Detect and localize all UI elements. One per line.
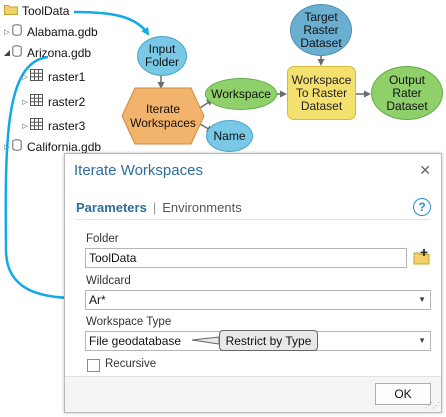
ok-button[interactable]: OK — [375, 383, 431, 405]
tree-item-california[interactable]: ▷ California.gdb — [2, 139, 101, 154]
iterate-workspaces-label: Iterate Workspaces — [130, 102, 196, 130]
close-icon[interactable]: ✕ — [419, 162, 431, 179]
tree-label-arizona: Arizona.gdb — [27, 45, 92, 60]
folder-input-value: ToolData — [89, 251, 137, 265]
input-folder-label: Input Folder — [144, 42, 179, 69]
workspace-type-value: File geodatabase — [89, 334, 182, 348]
raster-icon — [30, 69, 43, 84]
workspace-type-label: Workspace Type — [86, 316, 172, 328]
tab-environments[interactable]: Environments — [162, 200, 241, 215]
expand-arrow-icon[interactable]: ▷ — [20, 122, 30, 130]
target-raster-node[interactable]: Target Raster Dataset — [290, 4, 352, 56]
geodatabase-icon — [12, 24, 22, 39]
tree-label-california: California.gdb — [27, 139, 102, 154]
wildcard-label: Wildcard — [86, 275, 131, 287]
wildcard-input[interactable]: Ar* ▼ — [85, 290, 431, 310]
wildcard-input-value: Ar* — [89, 293, 106, 307]
tree-item-tooldata[interactable]: ToolData — [4, 4, 69, 18]
iterate-workspaces-dialog: Iterate Workspaces ✕ Parameters | Enviro… — [64, 153, 442, 413]
name-variable-node[interactable]: Name — [206, 120, 253, 152]
tree-item-raster2[interactable]: ▷ raster2 — [20, 94, 85, 109]
help-icon[interactable]: ? — [413, 198, 431, 216]
tree-label-raster3: raster3 — [48, 118, 86, 133]
raster-icon — [30, 94, 43, 109]
chevron-down-icon[interactable]: ▼ — [418, 291, 426, 309]
workspace-variable-node[interactable]: Workspace — [205, 78, 277, 110]
name-variable-label: Name — [213, 128, 246, 143]
tree-label-raster1: raster1 — [48, 69, 86, 84]
collapse-arrow-icon[interactable]: ◢ — [2, 48, 12, 57]
input-folder-node[interactable]: Input Folder — [137, 36, 187, 76]
expand-arrow-icon[interactable]: ▷ — [2, 143, 12, 151]
chevron-down-icon[interactable]: ▼ — [418, 332, 426, 350]
restrict-by-type-callout: Restrict by Type — [219, 330, 318, 351]
dialog-tabs: Parameters | Environments — [76, 200, 242, 215]
dialog-footer: OK ⋰⋰ — [65, 376, 441, 412]
workspace-to-raster-label: Workspace To Raster Dataset — [291, 72, 352, 113]
expand-arrow-icon[interactable]: ▷ — [2, 28, 12, 36]
folder-icon — [4, 4, 18, 18]
expand-arrow-icon[interactable]: ▷ — [20, 73, 30, 81]
tree-label-alabama: Alabama.gdb — [27, 24, 98, 39]
expand-arrow-icon[interactable]: ▷ — [20, 98, 30, 106]
geodatabase-icon — [12, 45, 22, 60]
callout-text: Restrict by Type — [225, 333, 312, 348]
tree-item-arizona[interactable]: ◢ Arizona.gdb — [2, 45, 91, 60]
dialog-title: Iterate Workspaces — [74, 162, 203, 179]
tab-separator: | — [152, 200, 157, 215]
tree-item-raster3[interactable]: ▷ raster3 — [20, 118, 85, 133]
target-raster-label: Target Raster Dataset — [300, 9, 342, 50]
tree-label-tooldata: ToolData — [22, 4, 70, 18]
recursive-checkbox[interactable] — [87, 359, 100, 372]
tab-parameters[interactable]: Parameters — [76, 200, 147, 215]
geodatabase-icon — [12, 139, 22, 154]
recursive-label: Recursive — [105, 358, 157, 370]
raster-icon — [30, 118, 43, 133]
resize-grip-icon[interactable]: ⋰⋰ — [425, 401, 440, 410]
output-raster-node[interactable]: Output Rater Dataset — [371, 66, 443, 120]
browse-folder-icon[interactable] — [413, 248, 431, 266]
tree-item-raster1[interactable]: ▷ raster1 — [20, 69, 85, 84]
tree-item-alabama[interactable]: ▷ Alabama.gdb — [2, 24, 98, 39]
folder-label: Folder — [86, 233, 119, 245]
divider — [76, 219, 430, 220]
workspace-variable-label: Workspace — [211, 86, 271, 101]
output-raster-label: Output Rater Dataset — [386, 72, 428, 113]
tree-label-raster2: raster2 — [48, 94, 86, 109]
workspace-to-raster-node[interactable]: Workspace To Raster Dataset — [287, 66, 356, 120]
folder-input[interactable]: ToolData — [85, 248, 407, 268]
